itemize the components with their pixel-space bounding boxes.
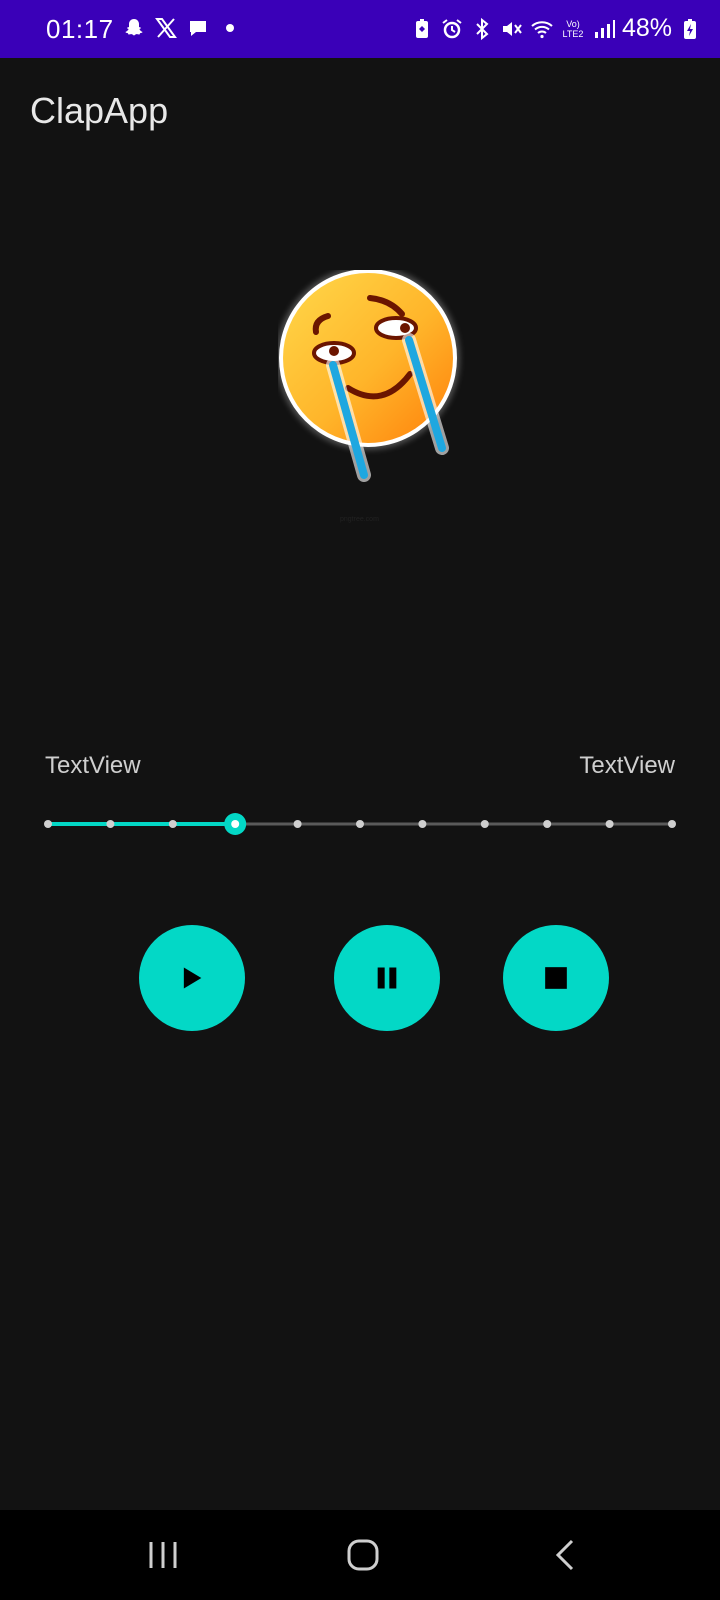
total-time-text: TextView	[579, 752, 675, 779]
seek-tick	[418, 820, 427, 828]
battery-saver-icon	[415, 18, 428, 38]
seek-tick	[168, 820, 177, 828]
seek-tick	[605, 820, 614, 828]
seek-tick	[543, 820, 552, 828]
bluetooth-icon	[476, 17, 489, 40]
seek-tick	[293, 820, 302, 828]
battery-percent: 48%	[621, 14, 672, 42]
system-icons: Vo) LTE2 48%	[410, 14, 702, 43]
home-icon	[347, 1539, 379, 1571]
wifi-icon	[531, 20, 553, 38]
seek-tick	[668, 820, 676, 828]
play-icon	[183, 967, 202, 989]
back-icon	[555, 1539, 574, 1571]
seek-tick	[356, 820, 364, 828]
chat-bubble-icon	[190, 21, 206, 36]
play-button[interactable]	[139, 925, 245, 1031]
seek-tick	[480, 820, 489, 828]
seek-bar[interactable]	[36, 812, 684, 836]
app-title: ClapApp	[30, 90, 169, 131]
mute-icon	[502, 21, 522, 36]
recent-apps-icon	[149, 1542, 177, 1568]
pause-icon	[377, 967, 397, 989]
home-button[interactable]	[333, 1535, 393, 1575]
seek-tick	[44, 820, 52, 828]
snapchat-icon	[125, 19, 143, 36]
elapsed-time-text: TextView	[45, 752, 141, 779]
playback-controls	[0, 925, 720, 1031]
status-bar: 01:17 Vo) LTE2 48%	[0, 0, 720, 58]
alarm-icon	[442, 18, 462, 38]
seek-tick	[106, 820, 115, 828]
dot-icon	[226, 24, 234, 32]
crying-laughing-emoji-icon	[276, 266, 478, 500]
signal-icon	[594, 19, 615, 38]
status-time: 01:17	[46, 14, 114, 44]
x-icon	[155, 18, 177, 38]
recent-apps-button[interactable]	[133, 1535, 193, 1575]
back-button[interactable]	[535, 1535, 595, 1575]
seek-thumb-center	[231, 820, 240, 828]
stop-icon	[545, 967, 567, 989]
image-watermark: pngtree.com	[340, 516, 379, 523]
pause-button[interactable]	[334, 925, 440, 1031]
navigation-bar	[0, 1510, 720, 1600]
lte-icon: Vo) LTE2	[562, 18, 584, 39]
battery-charging-icon	[684, 18, 696, 39]
notification-icons	[122, 16, 242, 40]
stop-button[interactable]	[503, 925, 609, 1031]
